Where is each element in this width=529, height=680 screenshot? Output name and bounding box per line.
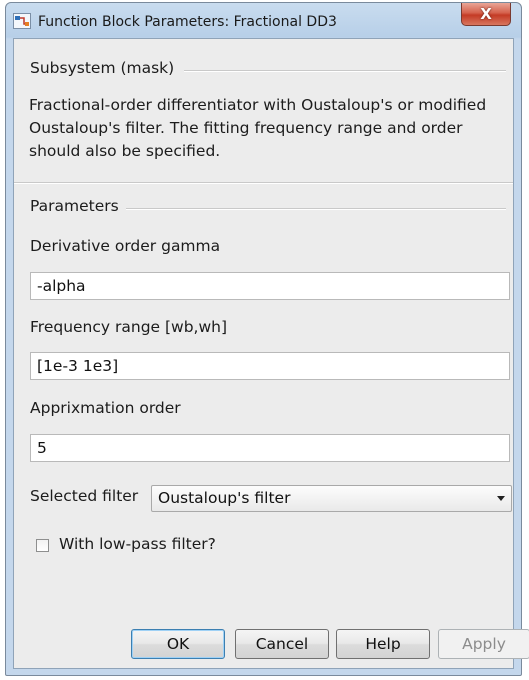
dialog-client-area: Subsystem (mask) Fractional-order differ… [13,38,529,669]
help-button[interactable]: Help [336,629,430,659]
frequency-range-label: Frequency range [wb,wh] [30,318,228,336]
parameters-heading-divider [126,208,506,210]
frequency-range-input[interactable] [30,352,510,380]
mask-heading-divider [184,70,506,72]
simulink-block-icon [13,13,31,29]
gamma-input[interactable] [30,272,510,300]
window-title: Function Block Parameters: Fractional DD… [38,14,337,30]
section-divider [14,182,513,184]
lowpass-filter-label[interactable]: With low-pass filter? [59,535,216,553]
parameters-heading: Parameters [30,197,119,215]
dialog-window: Function Block Parameters: Fractional DD… [5,2,529,676]
mask-heading: Subsystem (mask) [30,59,175,77]
lowpass-filter-checkbox[interactable] [36,539,49,552]
close-button[interactable]: X [461,3,511,26]
selected-filter-label: Selected filter [30,487,139,505]
approximation-order-label: Apprixmation order [30,399,181,417]
apply-button[interactable]: Apply [438,629,529,659]
ok-button[interactable]: OK [131,629,225,659]
chevron-down-icon[interactable] [497,496,505,501]
approximation-order-input[interactable] [30,434,510,462]
selected-filter-value: Oustaloup's filter [158,489,291,507]
gamma-label: Derivative order gamma [30,237,221,255]
cancel-button[interactable]: Cancel [235,629,329,659]
mask-description: Fractional-order differentiator with Ous… [29,96,487,160]
close-icon: X [480,5,492,23]
title-bar[interactable]: Function Block Parameters: Fractional DD… [6,3,521,39]
selected-filter-dropdown[interactable]: Oustaloup's filter [151,485,512,512]
